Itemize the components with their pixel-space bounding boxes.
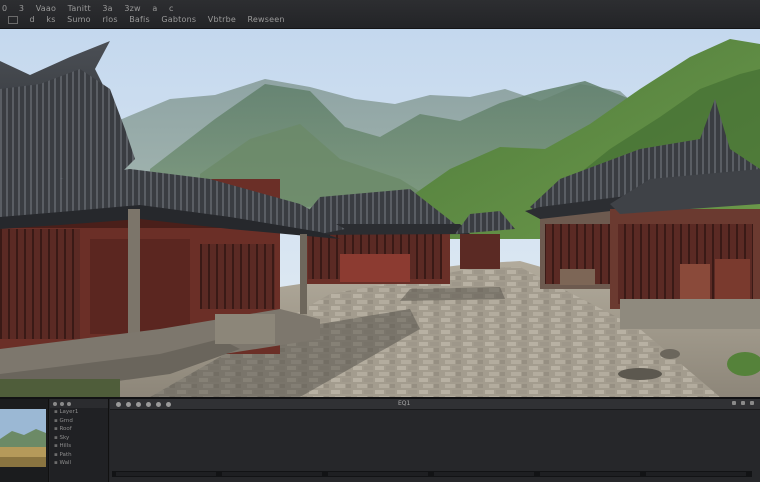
layer-item[interactable]: Path [50,451,108,460]
play-icon[interactable] [116,401,121,407]
preview-thumbnail[interactable] [0,409,46,467]
record-icon[interactable] [146,401,151,407]
scrub-segment [116,472,216,476]
maximize-icon[interactable] [741,401,745,405]
editor-bottom-panel: Layer1 Grnd Roof Sky Hills Path Wall EQ1 [0,397,760,482]
timeline-title: EQ1 [398,400,411,407]
layer-item[interactable]: Grnd [50,417,108,426]
menu-bar: 0 3 Vaao Tanitt 3a 3zw a c d ks Sumo rlo… [0,0,760,29]
menu-item[interactable]: a [152,4,157,13]
lock-icon[interactable] [60,401,64,406]
timeline-window-controls [732,401,754,405]
loop-icon[interactable] [156,401,161,407]
eye-icon[interactable] [53,401,57,406]
menu-item[interactable]: d [30,15,35,24]
track-area[interactable] [110,410,760,482]
timeline-scrubber[interactable] [112,471,752,477]
pause-icon[interactable] [126,401,131,407]
menu-item[interactable]: Gabtons [161,15,196,24]
layer-item[interactable]: Roof [50,425,108,434]
scrub-segment [540,472,640,476]
timeline-toolbar: EQ1 [110,399,760,410]
menu-row-bottom: d ks Sumo rlos Bafis Gabtons Vbtrbe Rews… [8,15,294,24]
scrub-segment [434,472,534,476]
menu-item[interactable]: Rewseen [248,15,285,24]
minimize-icon[interactable] [732,401,736,405]
timeline-panel: EQ1 [110,399,760,482]
menu-item[interactable]: Bafis [129,15,150,24]
layers-toolbar [50,399,108,408]
village-scene-image [0,29,760,397]
menu-item[interactable]: rlos [102,15,117,24]
stop-icon[interactable] [136,401,141,407]
tool-icon[interactable] [8,15,18,24]
menu-item[interactable]: Tanitt [68,4,91,13]
menu-item[interactable]: Sumo [67,15,91,24]
menu-item[interactable]: Vbtrbe [208,15,236,24]
menu-item[interactable]: 3zw [124,4,140,13]
scrub-segment [328,472,428,476]
menu-item[interactable]: ks [46,15,55,24]
layer-item[interactable]: Wall [50,459,108,468]
menu-item[interactable]: 0 [2,4,7,13]
menu-item[interactable]: 3a [102,4,112,13]
add-layer-icon[interactable] [67,401,71,406]
layer-item[interactable]: Sky [50,434,108,443]
menu-row-top: 0 3 Vaao Tanitt 3a 3zw a c [2,4,183,13]
preview-column [0,399,49,482]
menu-item[interactable]: Vaao [36,4,56,13]
layer-item[interactable]: Hills [50,442,108,451]
layer-item[interactable]: Layer1 [50,408,108,417]
scrub-segment [222,472,322,476]
marker-icon[interactable] [166,401,171,407]
menu-item[interactable]: c [169,4,174,13]
menu-item[interactable]: 3 [19,4,24,13]
scene-viewport[interactable] [0,29,760,397]
scrub-segment [646,472,746,476]
layers-panel: Layer1 Grnd Roof Sky Hills Path Wall [50,399,109,482]
close-icon[interactable] [750,401,754,405]
